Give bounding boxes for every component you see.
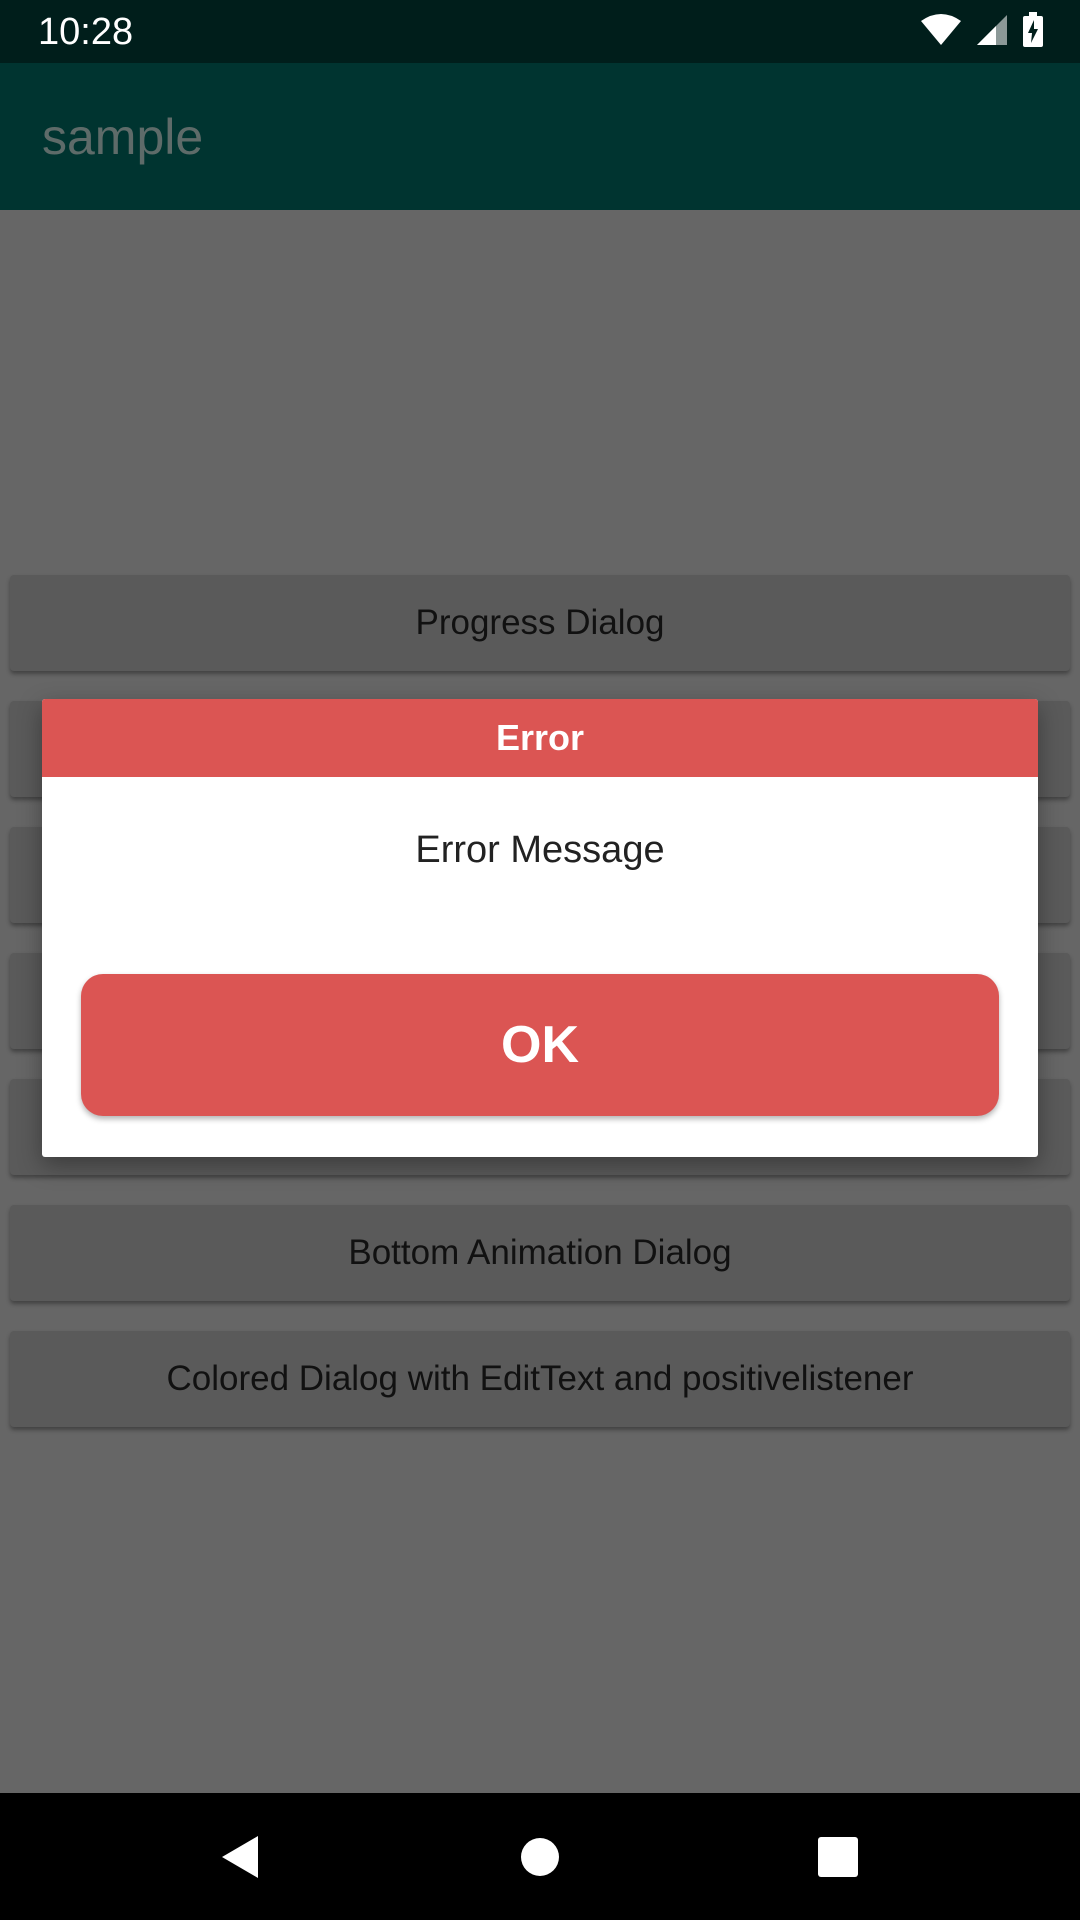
screen: 10:28 sample Progress Dialog Bottom Anim… (0, 0, 1080, 1920)
battery-charging-icon (1022, 11, 1044, 53)
dialog-title: Error (495, 717, 585, 758)
status-bar: 10:28 (0, 0, 1080, 63)
colored-dialog-edittext-button[interactable]: Colored Dialog with EditText and positiv… (10, 1331, 1070, 1427)
status-time: 10:28 (38, 11, 134, 53)
button-label: Bottom Animation Dialog (348, 1233, 732, 1272)
bottom-animation-dialog-button[interactable]: Bottom Animation Dialog (10, 1205, 1070, 1301)
cell-signal-icon (976, 14, 1008, 51)
navigation-bar (0, 1793, 1080, 1920)
dialog-message: Error Message (415, 829, 665, 871)
ok-button[interactable]: OK (81, 974, 999, 1116)
status-icons (920, 11, 1044, 53)
ok-button-label: OK (501, 1016, 579, 1074)
error-dialog: Error Error Message OK (42, 699, 1038, 1157)
button-label: Progress Dialog (415, 603, 665, 642)
app-bar: sample (0, 63, 1080, 210)
app-title: sample (42, 109, 204, 165)
home-icon[interactable] (508, 1825, 572, 1889)
progress-dialog-button[interactable]: Progress Dialog (10, 575, 1070, 671)
button-label: Colored Dialog with EditText and positiv… (166, 1359, 914, 1398)
back-icon[interactable] (208, 1825, 272, 1889)
recents-icon[interactable] (806, 1825, 870, 1889)
wifi-icon (920, 13, 962, 51)
dialog-header: Error (42, 699, 1038, 777)
